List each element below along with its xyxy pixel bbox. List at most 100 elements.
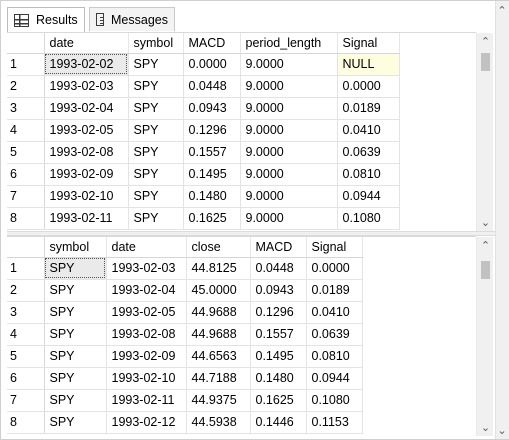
table-cell[interactable]: 0.1296	[250, 301, 307, 324]
row-number[interactable]: 2	[7, 279, 45, 302]
table-cell[interactable]: SPY	[44, 411, 107, 434]
row-number[interactable]: 3	[7, 97, 45, 120]
outer-scrollbar[interactable]	[495, 1, 509, 439]
results-grid-2[interactable]: symbol date close MACD Signal 1 SPY 1993-02-03…	[7, 236, 476, 436]
table-cell[interactable]: 44.8125	[186, 257, 251, 280]
table-cell[interactable]: 9.0000	[240, 97, 338, 120]
table-cell[interactable]: 0.1625	[183, 207, 241, 230]
column-header[interactable]: Signal	[337, 33, 400, 54]
table-cell[interactable]: 44.9688	[186, 323, 251, 346]
table-cell[interactable]: 0.1480	[183, 185, 241, 208]
row-number[interactable]: 8	[7, 207, 45, 230]
column-header[interactable]: period_length	[240, 33, 338, 54]
table-row[interactable]: 1 1993-02-02 SPY 0.0000 9.0000 NULL	[7, 53, 400, 76]
grid-1-scrollbar[interactable]: ⌃ ⌄	[476, 33, 493, 231]
table-cell[interactable]: 0.0189	[337, 97, 400, 120]
row-number[interactable]: 6	[7, 163, 45, 186]
table-cell[interactable]: 0.0639	[337, 141, 400, 164]
table-cell[interactable]: 1993-02-09	[106, 345, 187, 368]
table-cell[interactable]: 0.0944	[337, 185, 400, 208]
table-row[interactable]: 7 1993-02-10 SPY 0.1480 9.0000 0.0944	[7, 185, 400, 208]
table-cell[interactable]: 0.0410	[306, 301, 363, 324]
table-row[interactable]: 5 SPY 1993-02-09 44.6563 0.1495 0.0810	[7, 345, 363, 368]
table-cell[interactable]: 1993-02-05	[106, 301, 187, 324]
table-cell[interactable]: 0.0810	[306, 345, 363, 368]
table-cell[interactable]: SPY	[44, 389, 107, 412]
scroll-up-arrow-icon[interactable]: ⌃	[477, 33, 494, 50]
table-cell[interactable]: 0.0943	[183, 97, 241, 120]
table-cell[interactable]: SPY	[128, 75, 184, 98]
table-row[interactable]: 7 SPY 1993-02-11 44.9375 0.1625 0.1080	[7, 389, 363, 412]
table-cell[interactable]: 0.1495	[250, 345, 307, 368]
table-cell[interactable]: 9.0000	[240, 207, 338, 230]
tab-results[interactable]: Results	[7, 7, 85, 32]
table-cell[interactable]: SPY	[128, 141, 184, 164]
table-row[interactable]: 3 SPY 1993-02-05 44.9688 0.1296 0.0410	[7, 301, 363, 324]
table-row[interactable]: 3 1993-02-04 SPY 0.0943 9.0000 0.0189	[7, 97, 400, 120]
table-cell[interactable]: NULL	[337, 53, 400, 76]
table-cell[interactable]: 1993-02-11	[44, 207, 129, 230]
scroll-thumb[interactable]	[481, 53, 490, 71]
table-cell[interactable]: 44.5938	[186, 411, 251, 434]
column-header[interactable]: close	[186, 237, 251, 258]
table-cell[interactable]: 9.0000	[240, 163, 338, 186]
table-cell[interactable]: 0.0000	[306, 257, 363, 280]
column-header[interactable]: MACD	[250, 237, 307, 258]
table-cell[interactable]: 0.0448	[183, 75, 241, 98]
table-cell[interactable]: 1993-02-03	[106, 257, 187, 280]
row-number[interactable]: 2	[7, 75, 45, 98]
table-cell[interactable]: SPY	[128, 207, 184, 230]
table-cell[interactable]: 0.1080	[337, 207, 400, 230]
table-cell[interactable]: 0.1495	[183, 163, 241, 186]
row-number[interactable]: 3	[7, 301, 45, 324]
table-cell[interactable]: SPY	[128, 163, 184, 186]
row-number[interactable]: 7	[7, 185, 45, 208]
table-cell[interactable]: 1993-02-02	[44, 53, 129, 76]
table-cell[interactable]: 0.0944	[306, 367, 363, 390]
table-row[interactable]: 8 1993-02-11 SPY 0.1625 9.0000 0.1080	[7, 207, 400, 230]
table-cell[interactable]: 9.0000	[240, 75, 338, 98]
table-cell[interactable]: 0.1296	[183, 119, 241, 142]
row-number-header[interactable]	[7, 237, 45, 258]
table-cell[interactable]: SPY	[44, 323, 107, 346]
table-row[interactable]: 8 SPY 1993-02-12 44.5938 0.1446 0.1153	[7, 411, 363, 434]
column-header[interactable]: Signal	[306, 237, 363, 258]
table-cell[interactable]: 1993-02-03	[44, 75, 129, 98]
table-row[interactable]: 6 SPY 1993-02-10 44.7188 0.1480 0.0944	[7, 367, 363, 390]
table-row[interactable]: 4 SPY 1993-02-08 44.9688 0.1557 0.0639	[7, 323, 363, 346]
table-cell[interactable]: 44.9375	[186, 389, 251, 412]
table-cell[interactable]: SPY	[128, 119, 184, 142]
table-cell[interactable]: 0.0189	[306, 279, 363, 302]
table-cell[interactable]: SPY	[44, 301, 107, 324]
table-cell[interactable]: 1993-02-10	[106, 367, 187, 390]
table-cell[interactable]: SPY	[44, 345, 107, 368]
row-number-header[interactable]	[7, 33, 45, 54]
column-header[interactable]: date	[44, 33, 129, 54]
table-cell[interactable]: 9.0000	[240, 141, 338, 164]
scroll-thumb[interactable]	[481, 261, 490, 279]
table-cell[interactable]: 45.0000	[186, 279, 251, 302]
table-cell[interactable]: 1993-02-04	[106, 279, 187, 302]
scroll-down-arrow-icon[interactable]: ⌄	[477, 419, 494, 436]
table-row[interactable]: 2 1993-02-03 SPY 0.0448 9.0000 0.0000	[7, 75, 400, 98]
table-row[interactable]: 2 SPY 1993-02-04 45.0000 0.0943 0.0189	[7, 279, 363, 302]
table-cell[interactable]: 0.0943	[250, 279, 307, 302]
table-cell[interactable]: SPY	[128, 185, 184, 208]
table-cell[interactable]: SPY	[44, 279, 107, 302]
tab-messages[interactable]: Messages	[89, 7, 175, 31]
table-row[interactable]: 6 1993-02-09 SPY 0.1495 9.0000 0.0810	[7, 163, 400, 186]
row-number[interactable]: 8	[7, 411, 45, 434]
table-cell[interactable]: 44.6563	[186, 345, 251, 368]
column-header[interactable]: symbol	[44, 237, 107, 258]
table-cell[interactable]: 0.1153	[306, 411, 363, 434]
row-number[interactable]: 4	[7, 323, 45, 346]
row-number[interactable]: 1	[7, 257, 45, 280]
row-number[interactable]: 1	[7, 53, 45, 76]
table-cell[interactable]: 0.1625	[250, 389, 307, 412]
results-grid-1[interactable]: date symbol MACD period_length Signal 1 1993-…	[7, 32, 476, 231]
table-row[interactable]: 5 1993-02-08 SPY 0.1557 9.0000 0.0639	[7, 141, 400, 164]
table-cell[interactable]: 0.0639	[306, 323, 363, 346]
table-cell[interactable]: SPY	[44, 367, 107, 390]
table-cell[interactable]: 1993-02-08	[44, 141, 129, 164]
table-cell[interactable]: 1993-02-09	[44, 163, 129, 186]
